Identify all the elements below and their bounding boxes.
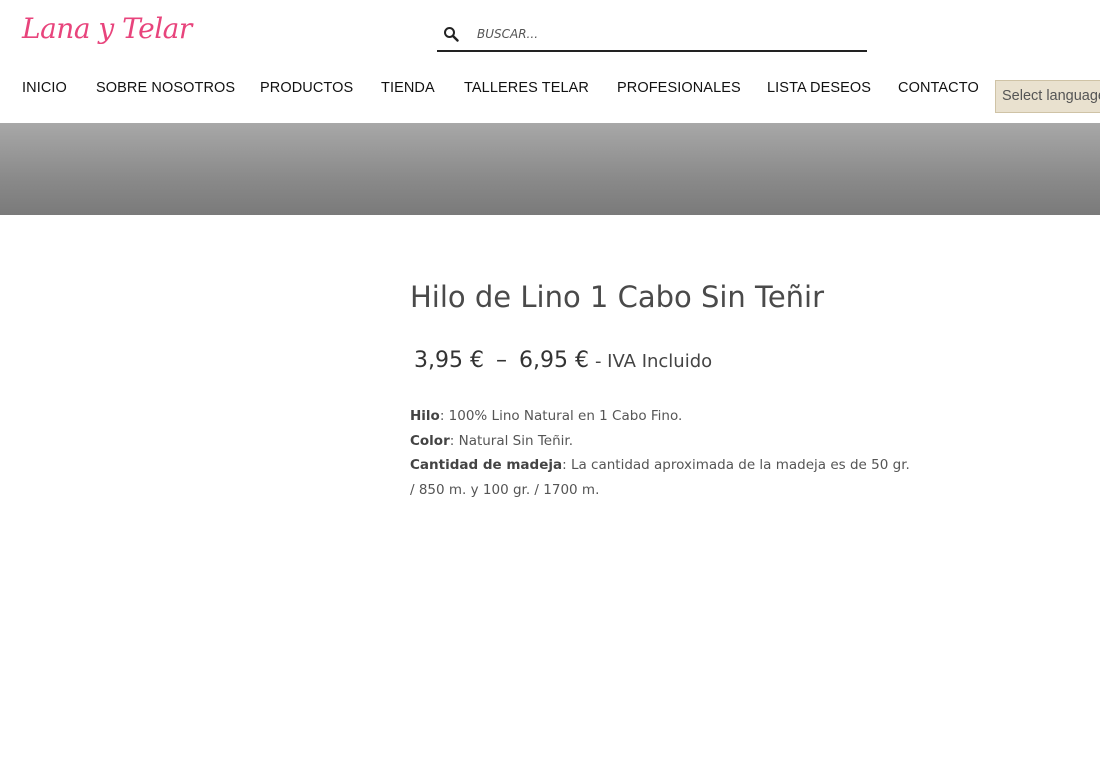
main-nav: INICIO SOBRE NOSOTROS PRODUCTOS TIENDA T…	[0, 80, 1100, 104]
price-min: 3,95 €	[414, 348, 484, 373]
site-logo[interactable]: Lana y Telar	[22, 12, 192, 45]
detail-hilo: Hilo: 100% Lino Natural en 1 Cabo Fino.	[410, 404, 910, 429]
detail-label: Cantidad de madeja	[410, 457, 563, 473]
nav-item-productos[interactable]: PRODUCTOS	[260, 80, 353, 96]
nav-item-inicio[interactable]: INICIO	[22, 80, 67, 96]
nav-item-profesionales[interactable]: PROFESIONALES	[617, 80, 741, 96]
price-range: 3,95 € –6,95 € - IVA Incluido	[414, 348, 712, 373]
nav-item-contacto[interactable]: CONTACTO	[898, 80, 979, 96]
product-title: Hilo de Lino 1 Cabo Sin Teñir	[410, 280, 825, 314]
language-select[interactable]: Select language	[995, 80, 1100, 113]
price-tax-note: - IVA Incluido	[594, 351, 713, 372]
detail-color: Color: Natural Sin Teñir.	[410, 429, 910, 454]
page-banner	[0, 123, 1100, 215]
price-separator: –	[495, 348, 507, 373]
detail-value: : 100% Lino Natural en 1 Cabo Fino.	[439, 408, 683, 424]
nav-item-tienda[interactable]: TIENDA	[381, 80, 435, 96]
detail-label: Color	[410, 432, 450, 449]
search-bar	[437, 17, 867, 52]
product-description: Hilo: 100% Lino Natural en 1 Cabo Fino. …	[410, 404, 910, 502]
nav-item-lista-deseos[interactable]: LISTA DESEOS	[767, 80, 871, 96]
search-input[interactable]	[477, 23, 857, 45]
price-max: 6,95 €	[518, 348, 589, 373]
nav-item-talleres-telar[interactable]: TALLERES TELAR	[464, 80, 589, 96]
detail-label: Hilo	[410, 408, 440, 424]
nav-item-sobre-nosotros[interactable]: SOBRE NOSOTROS	[96, 80, 235, 96]
site-header: Lana y Telar INICIO SOBRE NOSOTROS PRODU…	[0, 0, 1100, 123]
search-icon[interactable]	[443, 26, 459, 42]
detail-cantidad: Cantidad de madeja: La cantidad aproxima…	[410, 453, 910, 502]
page: Lana y Telar INICIO SOBRE NOSOTROS PRODU…	[0, 0, 1100, 759]
detail-value: : Natural Sin Teñir.	[449, 432, 574, 449]
